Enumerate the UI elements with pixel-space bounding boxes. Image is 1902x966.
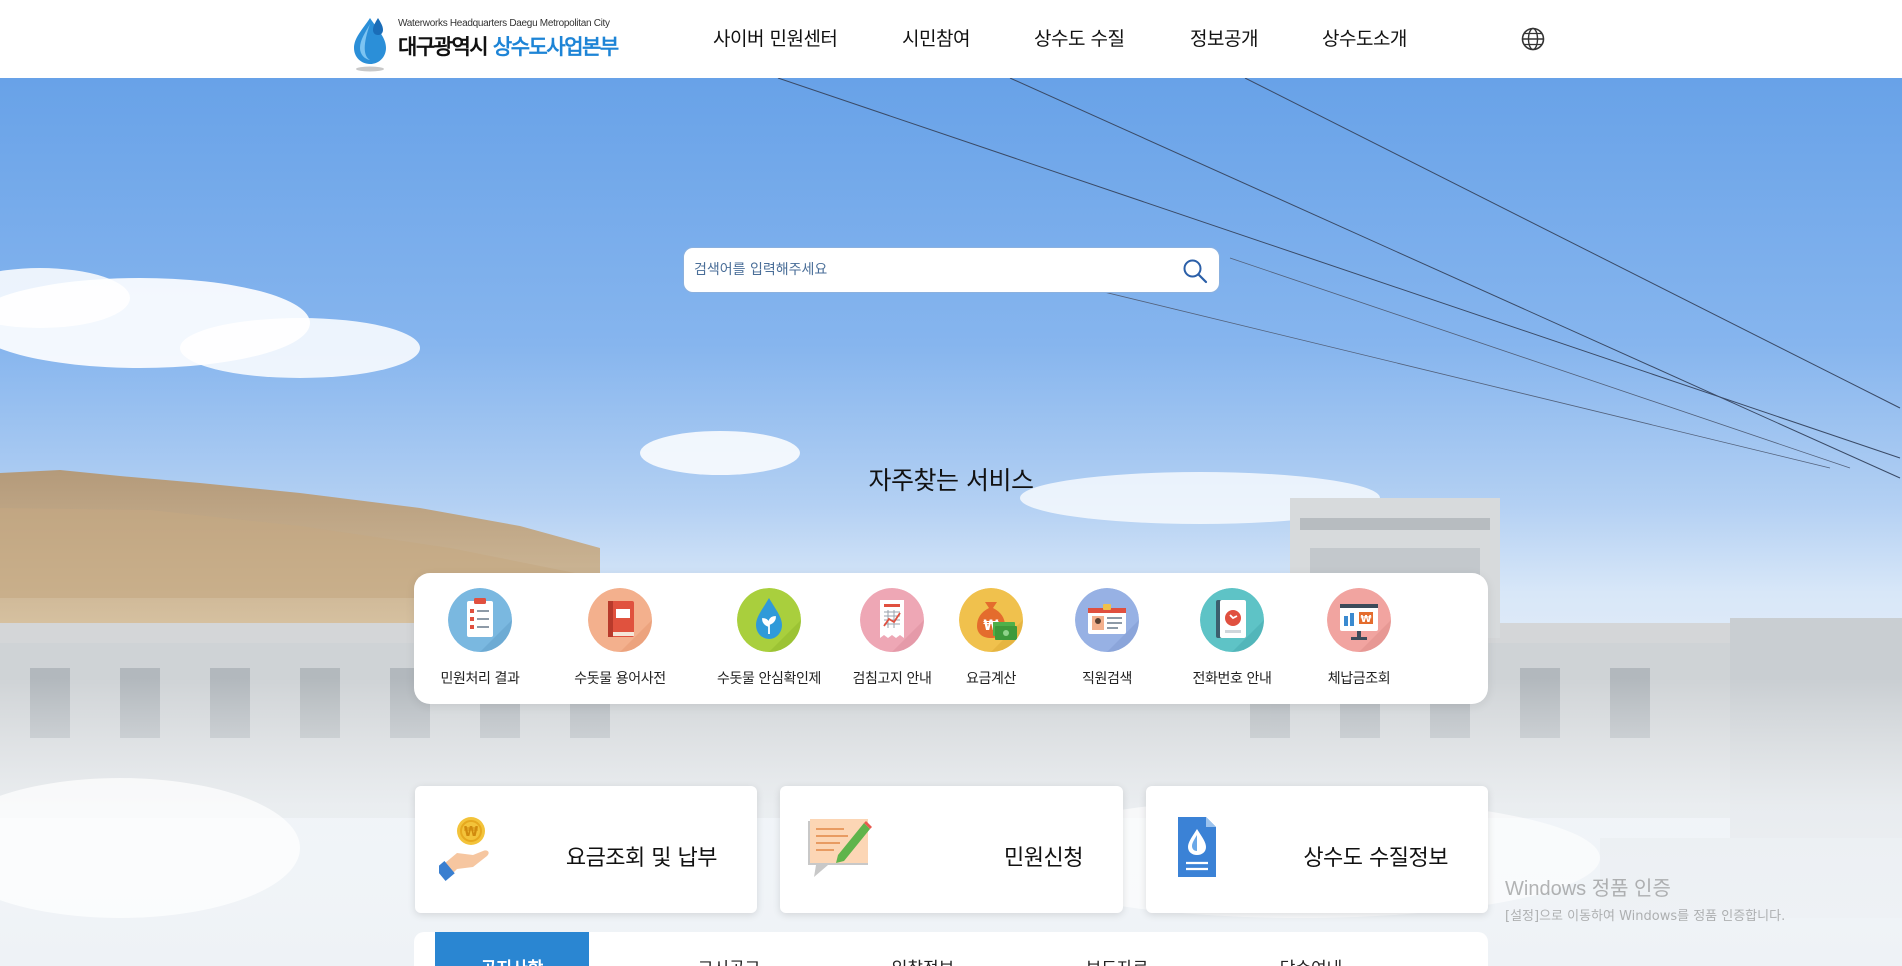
receipt-icon <box>860 588 924 652</box>
water-drop-logo-icon <box>354 18 386 72</box>
service-phone-directory[interactable]: 전화번호 안내 <box>1166 588 1296 693</box>
logo-english-text: Waterworks Headquarters Daegu Metropolit… <box>398 18 610 29</box>
logo-korean-text: 대구광역시 상수도사업본부 <box>398 31 619 61</box>
card-fee-payment[interactable]: ₩ 요금조회 및 납부 <box>415 786 757 913</box>
card-civil-application[interactable]: 민원신청 <box>780 786 1123 913</box>
service-arrears-inquiry[interactable]: ₩ 체납금조회 <box>1293 588 1423 693</box>
tab-notice[interactable]: 공지사항 <box>435 932 589 966</box>
water-document-icon <box>1178 817 1216 877</box>
service-label: 직원검색 <box>1082 671 1132 687</box>
tab-bid-info[interactable]: 입찰정보 <box>846 932 1000 966</box>
board-tabs: 공지사항 고시공고 입찰정보 보도자료 당수여내 <box>414 932 1488 966</box>
frequent-services-panel: 민원처리 결과 수돗물 용어사전 수돗물 안심확인제 검침고지 안내 ₩ 요금계… <box>414 573 1488 704</box>
tab-press-release[interactable]: 보도자료 <box>1040 932 1194 966</box>
memo-pencil-icon <box>808 819 872 877</box>
coin-hand-icon: ₩ <box>439 817 489 881</box>
site-header: Waterworks Headquarters Daegu Metropolit… <box>0 0 1902 78</box>
nav-information-disclosure[interactable]: 정보공개 <box>1190 24 1258 51</box>
service-fee-calculation[interactable]: ₩ 요금계산 <box>925 588 1055 693</box>
logo-korean-accent: 상수도사업본부 <box>492 35 619 59</box>
svg-text:₩: ₩ <box>1360 614 1371 625</box>
monitor-won-icon: ₩ <box>1327 588 1391 652</box>
logo-korean-main: 대구광역시 <box>398 35 493 59</box>
id-card-icon <box>1075 588 1139 652</box>
card-label: 요금조회 및 납부 <box>565 846 718 871</box>
nav-cyber-civil-center[interactable]: 사이버 민원센터 <box>713 24 838 51</box>
search-box <box>683 247 1220 293</box>
svg-text:₩: ₩ <box>464 825 479 840</box>
tab-announcement[interactable]: 고시공고 <box>652 932 806 966</box>
water-drop-leaf-icon <box>737 588 801 652</box>
service-staff-search[interactable]: 직원검색 <box>1041 588 1171 693</box>
phone-book-icon <box>1200 588 1264 652</box>
service-label: 전화번호 안내 <box>1192 671 1272 687</box>
service-civil-result[interactable]: 민원처리 결과 <box>414 588 544 693</box>
card-label: 상수도 수질정보 <box>1303 846 1448 871</box>
search-input[interactable] <box>694 256 1144 284</box>
search-icon[interactable] <box>1181 257 1209 285</box>
nav-about-waterworks[interactable]: 상수도소개 <box>1322 24 1407 51</box>
frequent-services-title: 자주찾는 서비스 <box>868 466 1034 495</box>
service-label: 민원처리 결과 <box>440 671 520 687</box>
tab-staff-guide[interactable]: 당수여내 <box>1234 932 1388 966</box>
clipboard-checklist-icon <box>448 588 512 652</box>
book-icon <box>588 588 652 652</box>
service-water-dictionary[interactable]: 수돗물 용어사전 <box>554 588 684 693</box>
nav-water-quality[interactable]: 상수도 수질 <box>1034 24 1125 51</box>
service-label: 체납금조회 <box>1327 671 1391 687</box>
service-water-safety-check[interactable]: 수돗물 안심확인제 <box>703 588 833 693</box>
globe-icon[interactable] <box>1520 26 1546 52</box>
money-bag-icon: ₩ <box>959 588 1023 652</box>
service-label: 요금계산 <box>966 671 1016 687</box>
card-water-quality-info[interactable]: 상수도 수질정보 <box>1146 786 1488 913</box>
site-logo[interactable]: Waterworks Headquarters Daegu Metropolit… <box>348 14 619 72</box>
service-label: 수돗물 안심확인제 <box>717 671 821 687</box>
service-label: 수돗물 용어사전 <box>574 671 666 687</box>
nav-citizen-participation[interactable]: 시민참여 <box>902 24 970 51</box>
card-label: 민원신청 <box>1004 846 1083 871</box>
